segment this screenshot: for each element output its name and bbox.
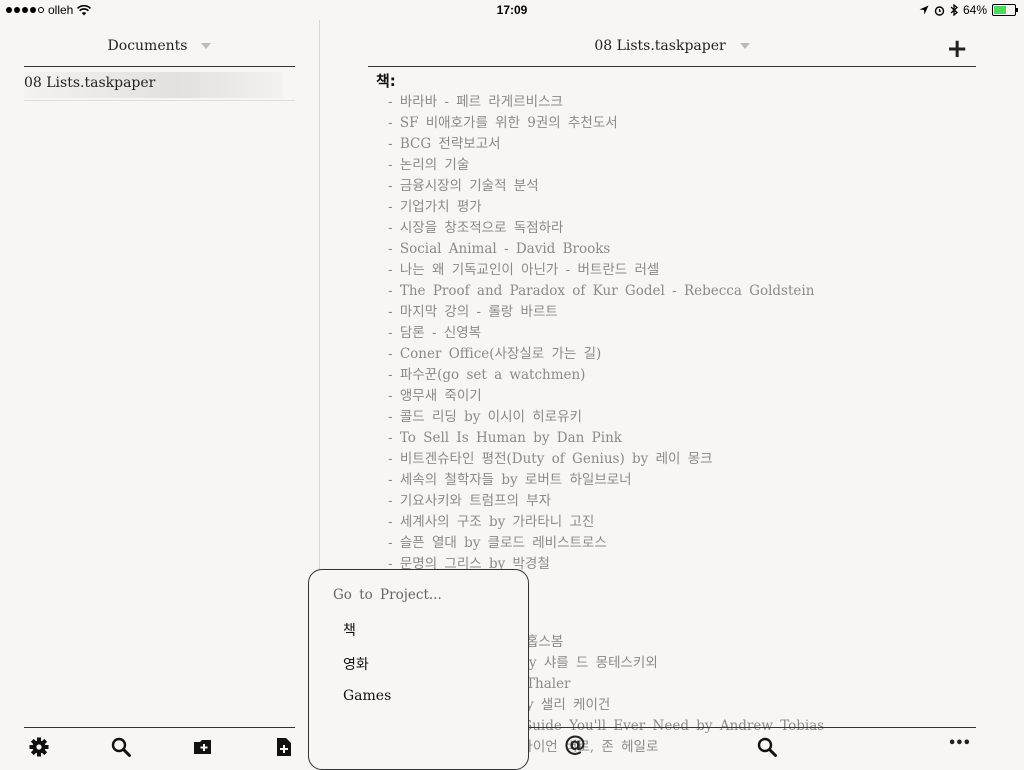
task-item[interactable]: - Coner Office(사장실로 가는 길) bbox=[376, 344, 976, 365]
document-name: 08 Lists.taskpaper bbox=[24, 75, 156, 91]
document-header[interactable]: 08 Lists.taskpaper + bbox=[368, 36, 976, 67]
popover-title: Go to Project... bbox=[333, 587, 442, 603]
task-item[interactable]: - 나는 왜 기독교인이 아닌가 - 버트란드 러셀 bbox=[376, 260, 976, 281]
task-item[interactable]: - 콜드 리딩 by 이시이 히로유키 bbox=[376, 407, 976, 428]
task-item[interactable]: y 샐리 케이건 bbox=[526, 695, 610, 716]
location-icon bbox=[919, 5, 929, 15]
search-icon[interactable] bbox=[756, 736, 778, 758]
search-icon[interactable] bbox=[110, 736, 132, 758]
task-item[interactable]: - BCG 전략보고서 bbox=[376, 134, 976, 155]
task-item[interactable]: - 앵무새 죽이기 bbox=[376, 386, 976, 407]
document-content[interactable]: 책: - 바라바 - 페르 라게르비스크 - SF 비애호가를 위한 9권의 추천… bbox=[376, 70, 976, 755]
task-item[interactable]: - 시장을 창조적으로 독점하라 bbox=[376, 218, 976, 239]
sidebar-header[interactable]: Documents bbox=[24, 38, 295, 67]
sidebar: Documents 08 Lists.taskpaper bbox=[0, 20, 320, 768]
alarm-icon bbox=[934, 5, 945, 16]
status-right: 64% bbox=[919, 3, 1018, 17]
task-item[interactable]: 홉스봄 bbox=[526, 632, 563, 653]
project-option[interactable]: Games bbox=[343, 688, 391, 704]
document-title: 08 Lists.taskpaper bbox=[594, 38, 726, 54]
bluetooth-icon bbox=[950, 4, 958, 16]
task-item[interactable]: - 담론 - 신영복 bbox=[376, 323, 976, 344]
task-item[interactable]: - 세계사의 구조 by 가라타니 고진 bbox=[376, 512, 976, 533]
new-document-icon[interactable] bbox=[273, 736, 295, 758]
task-item[interactable]: - The Proof and Paradox of Kur Godel - R… bbox=[376, 281, 976, 302]
task-item[interactable]: - 기업가치 평가 bbox=[376, 197, 976, 218]
task-item[interactable]: - 논리의 기술 bbox=[376, 155, 976, 176]
task-item[interactable]: Thaler bbox=[526, 674, 571, 695]
task-item[interactable]: - 마지막 강의 - 롤랑 바르트 bbox=[376, 302, 976, 323]
project-heading[interactable]: 책: bbox=[376, 70, 976, 92]
task-item[interactable]: - To Sell Is Human by Dan Pink bbox=[376, 428, 976, 449]
battery-icon bbox=[992, 4, 1018, 16]
task-item[interactable]: - 금융시장의 기술적 분석 bbox=[376, 176, 976, 197]
project-option[interactable]: 책 bbox=[343, 620, 356, 640]
gear-icon[interactable] bbox=[28, 736, 50, 758]
document-list-item[interactable]: 08 Lists.taskpaper bbox=[24, 70, 295, 101]
status-time: 17:09 bbox=[496, 3, 528, 17]
at-icon[interactable]: @ bbox=[564, 732, 586, 757]
task-item[interactable]: - 기요사키와 트럼프의 부자 bbox=[376, 491, 976, 512]
task-item[interactable]: - Social Animal - David Brooks bbox=[376, 239, 976, 260]
status-bar: olleh 17:09 64% bbox=[0, 0, 1024, 20]
more-icon[interactable]: ••• bbox=[948, 736, 971, 751]
project-option[interactable]: 영화 bbox=[343, 654, 369, 674]
task-item[interactable]: - 바라바 - 페르 라게르비스크 bbox=[376, 92, 976, 113]
chevron-down-icon[interactable] bbox=[201, 43, 212, 49]
task-item[interactable]: - 비트겐슈타인 평전(Duty of Genius) by 레이 몽크 bbox=[376, 449, 976, 470]
task-item[interactable]: - 파수꾼(go set a watchmen) bbox=[376, 365, 976, 386]
task-item[interactable]: - SF 비애호가를 위한 9권의 추천도서 bbox=[376, 113, 976, 134]
battery-percent: 64% bbox=[962, 3, 987, 17]
sidebar-title: Documents bbox=[107, 38, 188, 54]
chevron-down-icon[interactable] bbox=[739, 43, 750, 49]
task-item[interactable]: - 세속의 철학자들 by 로버트 하일브로너 bbox=[376, 470, 976, 491]
task-list: - 바라바 - 페르 라게르비스크 - SF 비애호가를 위한 9권의 추천도서 -… bbox=[376, 92, 976, 575]
sidebar-toolbar bbox=[24, 727, 295, 768]
add-button[interactable]: + bbox=[946, 36, 968, 62]
task-item[interactable]: - 슬픈 열대 by 클로드 레비스트로스 bbox=[376, 533, 976, 554]
new-folder-icon[interactable] bbox=[192, 736, 214, 758]
go-to-project-popover: Go to Project... 책 영화 Games bbox=[308, 569, 529, 770]
